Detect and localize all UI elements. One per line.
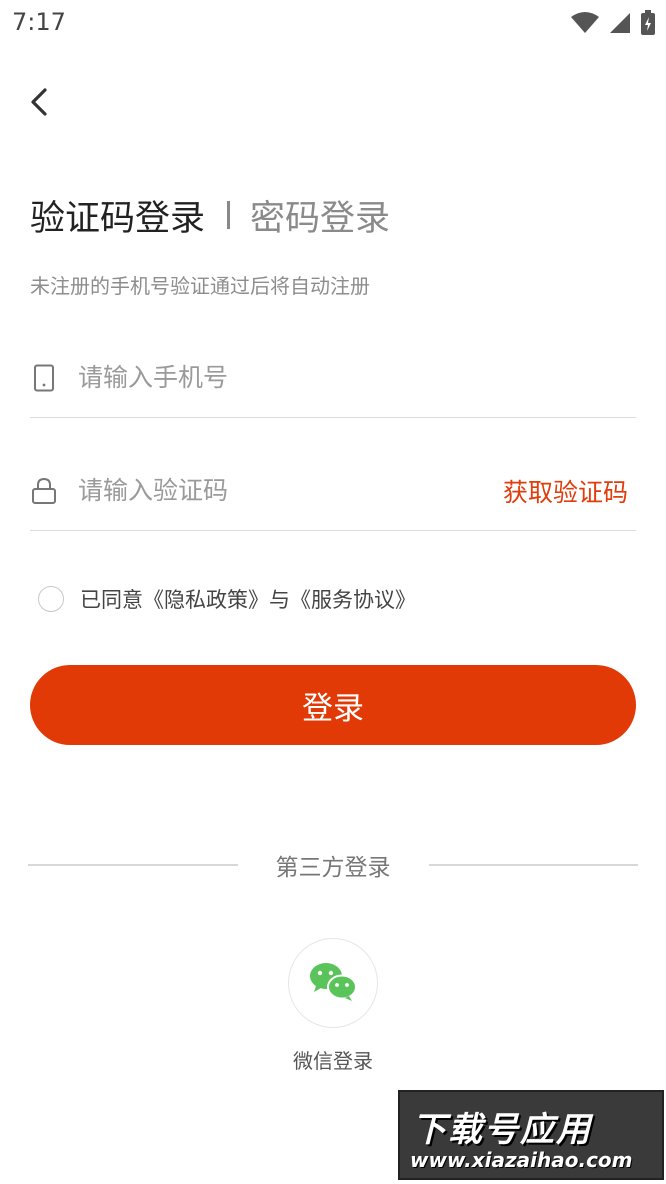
- get-code-button[interactable]: 获取验证码: [503, 473, 628, 509]
- divider-line-left: [28, 864, 238, 866]
- tab-sms-code-login[interactable]: 验证码登录: [30, 190, 205, 241]
- register-hint: 未注册的手机号验证通过后将自动注册: [30, 274, 370, 298]
- divider-line-right: [428, 864, 638, 866]
- watermark-title: 下载号应用: [412, 1110, 592, 1150]
- back-button[interactable]: [18, 80, 62, 128]
- watermark-url: www.xiazaihao.com: [410, 1148, 633, 1172]
- wechat-icon: [308, 960, 358, 1006]
- wechat-login-label: 微信登录: [293, 1049, 373, 1073]
- wechat-login-button[interactable]: [288, 938, 378, 1028]
- watermark-logo: 下载号应用 www.xiazaihao.com: [398, 1090, 664, 1180]
- status-bar: 7:17: [0, 0, 666, 48]
- phone-icon: [30, 364, 58, 392]
- signal-icon: [608, 11, 632, 39]
- status-time: 7:17: [12, 8, 66, 36]
- status-icons: [570, 10, 656, 40]
- login-tabs: 验证码登录 密码登录: [30, 190, 390, 240]
- third-party-title: 第三方登录: [275, 855, 391, 881]
- login-button[interactable]: 登录: [30, 665, 636, 745]
- phone-field: [30, 338, 636, 418]
- code-field: 获取验证码: [30, 451, 636, 531]
- agreement-row: 已同意《隐私政策》与《服务协议》: [38, 584, 416, 614]
- tab-divider: [227, 201, 231, 229]
- battery-icon: [640, 10, 656, 40]
- back-arrow-icon: [29, 87, 51, 121]
- phone-input[interactable]: [78, 363, 636, 392]
- agreement-text[interactable]: 已同意《隐私政策》与《服务协议》: [80, 584, 416, 614]
- code-input[interactable]: [78, 476, 503, 505]
- wifi-icon: [570, 11, 600, 39]
- lock-icon: [30, 477, 58, 505]
- tab-password-login[interactable]: 密码登录: [250, 190, 390, 241]
- third-party-divider: 第三方登录: [28, 845, 638, 885]
- agreement-checkbox[interactable]: [38, 586, 64, 612]
